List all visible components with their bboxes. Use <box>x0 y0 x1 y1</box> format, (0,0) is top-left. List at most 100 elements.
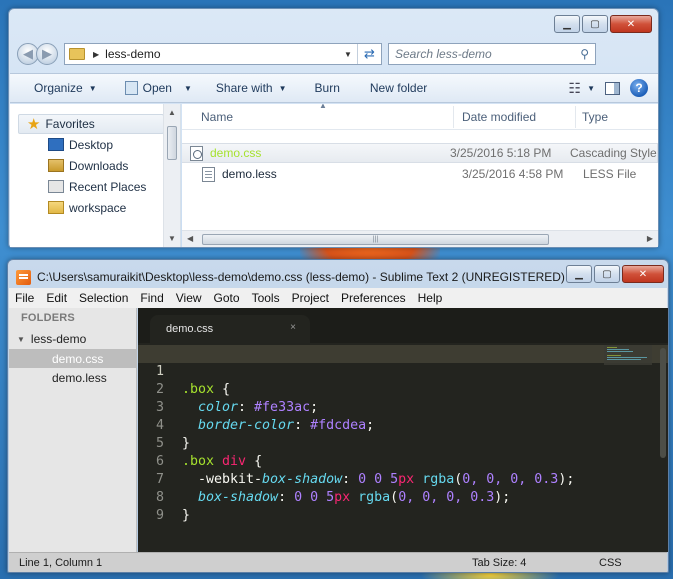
column-divider[interactable] <box>453 106 454 128</box>
minimize-button[interactable]: ▁ <box>566 265 592 283</box>
view-dropdown-icon[interactable]: ▼ <box>587 84 595 93</box>
menu-find[interactable]: Find <box>134 291 169 305</box>
burn-label: Burn <box>314 81 340 95</box>
sidebar-file-demo-less[interactable]: demo.less <box>9 368 137 387</box>
sort-ascending-icon: ▲ <box>319 104 327 110</box>
scroll-up-icon[interactable]: ▲ <box>168 108 176 117</box>
nav-item-downloads[interactable]: Downloads <box>18 155 164 176</box>
code-line: 2 color: #fe33ac; <box>138 363 668 415</box>
command-bar: Organize ▼ Open ▼ Share with ▼ Burn New … <box>10 73 658 103</box>
scrollbar-thumb[interactable] <box>167 126 177 160</box>
tab-bar: demo.css × <box>138 308 668 343</box>
burn-button[interactable]: Burn <box>297 76 350 100</box>
scroll-right-icon[interactable]: ▶ <box>647 234 653 243</box>
address-dropdown-icon[interactable]: ▼ <box>341 44 355 64</box>
open-button[interactable]: Open ▼ <box>107 76 202 100</box>
refresh-icon[interactable]: ⇄ <box>357 44 381 64</box>
explorer-navigation-bar: ◀ ▶ ▶ less-demo ▼ ⇄ Search less-demo ⚲ <box>17 41 652 67</box>
file-list-header: ▲ Name Date modified Type <box>182 104 658 130</box>
nav-item-desktop[interactable]: Desktop <box>18 134 164 155</box>
css-file-icon <box>190 145 203 161</box>
column-date-modified[interactable]: Date modified <box>462 110 536 124</box>
code-line: 6 -webkit-box-shadow: 0 0 5px rgba(0, 0,… <box>138 435 668 487</box>
menu-selection[interactable]: Selection <box>73 291 134 305</box>
menu-file[interactable]: File <box>9 291 40 305</box>
downloads-icon <box>48 159 64 172</box>
scroll-down-icon[interactable]: ▼ <box>168 234 176 243</box>
tab-size-indicator[interactable]: Tab Size: 4 <box>472 557 526 569</box>
nav-item-label: workspace <box>69 200 127 215</box>
help-icon[interactable]: ? <box>630 79 648 97</box>
menu-help[interactable]: Help <box>412 291 449 305</box>
preview-pane-icon[interactable] <box>605 81 620 95</box>
nav-item-label: Downloads <box>69 158 129 173</box>
folder-expanded-icon[interactable]: ▼ <box>17 335 25 344</box>
folder-icon <box>48 201 64 214</box>
menu-project[interactable]: Project <box>286 291 335 305</box>
menu-bar: File Edit Selection Find View Goto Tools… <box>9 288 667 308</box>
navigation-scrollbar[interactable]: ▲ ▼ <box>163 104 180 247</box>
file-date: 3/25/2016 4:58 PM <box>462 167 564 181</box>
scrollbar-thumb[interactable]: ||| <box>202 234 549 245</box>
scroll-left-icon[interactable]: ◀ <box>187 234 193 243</box>
window-title-bar: C:\Users\samuraikit\Desktop\less-demo\de… <box>16 268 565 286</box>
sidebar-file-demo-css[interactable]: demo.css <box>9 349 137 368</box>
change-view-icon[interactable]: ☷ <box>569 80 582 97</box>
menu-goto[interactable]: Goto <box>208 291 246 305</box>
close-button[interactable]: ✕ <box>610 15 652 33</box>
search-placeholder: Search less-demo <box>395 47 492 61</box>
file-row-demo-less[interactable]: demo.less 3/25/2016 4:58 PM LESS File <box>196 164 658 184</box>
close-tab-icon[interactable]: × <box>290 322 296 333</box>
file-row-demo-css[interactable]: demo.css 3/25/2016 5:18 PM Cascading Sty… <box>182 143 658 163</box>
favorites-star-icon: ★ <box>27 116 41 133</box>
desktop-icon <box>48 138 64 151</box>
minimap[interactable] <box>604 345 652 365</box>
column-name[interactable]: Name <box>201 110 233 124</box>
forward-button[interactable]: ▶ <box>36 43 58 65</box>
tab-demo-css[interactable]: demo.css × <box>150 315 310 343</box>
sidebar-folder-less-demo[interactable]: ▼ less-demo <box>17 332 86 346</box>
nav-item-workspace[interactable]: workspace <box>18 197 164 218</box>
code-line: 8 } <box>138 471 668 523</box>
breadcrumb-arrow-icon[interactable]: ▶ <box>93 50 99 59</box>
editor-area[interactable]: demo.css × 1 .box { 2 color: #fe33ac; 3 … <box>138 308 668 552</box>
code-line: 7 box-shadow: 0 0 5px rgba(0, 0, 0, 0.3)… <box>138 453 668 505</box>
sublime-text-app-icon <box>16 269 31 285</box>
address-bar[interactable]: ▶ less-demo ▼ ⇄ <box>64 43 382 65</box>
organize-button[interactable]: Organize ▼ <box>10 76 107 100</box>
close-button[interactable]: ✕ <box>622 265 664 283</box>
minimize-button[interactable]: ▁ <box>554 15 580 33</box>
search-input[interactable]: Search less-demo ⚲ <box>388 43 596 65</box>
tab-label: demo.css <box>166 323 214 335</box>
menu-edit[interactable]: Edit <box>40 291 73 305</box>
column-type[interactable]: Type <box>582 110 608 124</box>
code-view[interactable]: 1 .box { 2 color: #fe33ac; 3 border-colo… <box>138 345 668 523</box>
cursor-position: Line 1, Column 1 <box>19 557 103 569</box>
code-line: 9 <box>138 489 668 523</box>
explorer-window-controls: ▁ ▢ ✕ <box>554 15 652 33</box>
menu-view[interactable]: View <box>170 291 208 305</box>
share-with-button[interactable]: Share with ▼ <box>202 76 297 100</box>
column-divider[interactable] <box>575 106 576 128</box>
search-icon[interactable]: ⚲ <box>580 47 589 61</box>
nav-item-recent-places[interactable]: Recent Places <box>18 176 164 197</box>
file-list: ▲ Name Date modified Type demo.css 3/25/… <box>182 104 658 247</box>
folder-icon <box>69 48 85 60</box>
editor-scrollbar[interactable] <box>660 348 666 458</box>
recent-places-icon <box>48 180 64 193</box>
file-list-horizontal-scrollbar[interactable]: ◀ ||| ▶ <box>182 230 658 247</box>
nav-item-favorites[interactable]: ★ Favorites <box>18 114 164 134</box>
organize-label: Organize <box>34 81 83 95</box>
maximize-button[interactable]: ▢ <box>594 265 620 283</box>
menu-preferences[interactable]: Preferences <box>335 291 412 305</box>
new-folder-button[interactable]: New folder <box>350 76 437 100</box>
sublime-window-controls: ▁ ▢ ✕ <box>566 265 664 283</box>
navigation-pane: ★ Favorites Desktop Downloads Recent Pla… <box>10 104 181 247</box>
code-line: 1 .box { <box>138 345 668 397</box>
window-title: C:\Users\samuraikit\Desktop\less-demo\de… <box>37 270 565 284</box>
address-path: less-demo <box>105 47 161 61</box>
menu-tools[interactable]: Tools <box>246 291 286 305</box>
syntax-indicator[interactable]: CSS <box>599 557 622 569</box>
sublime-text-window: C:\Users\samuraikit\Desktop\less-demo\de… <box>7 259 669 573</box>
maximize-button[interactable]: ▢ <box>582 15 608 33</box>
